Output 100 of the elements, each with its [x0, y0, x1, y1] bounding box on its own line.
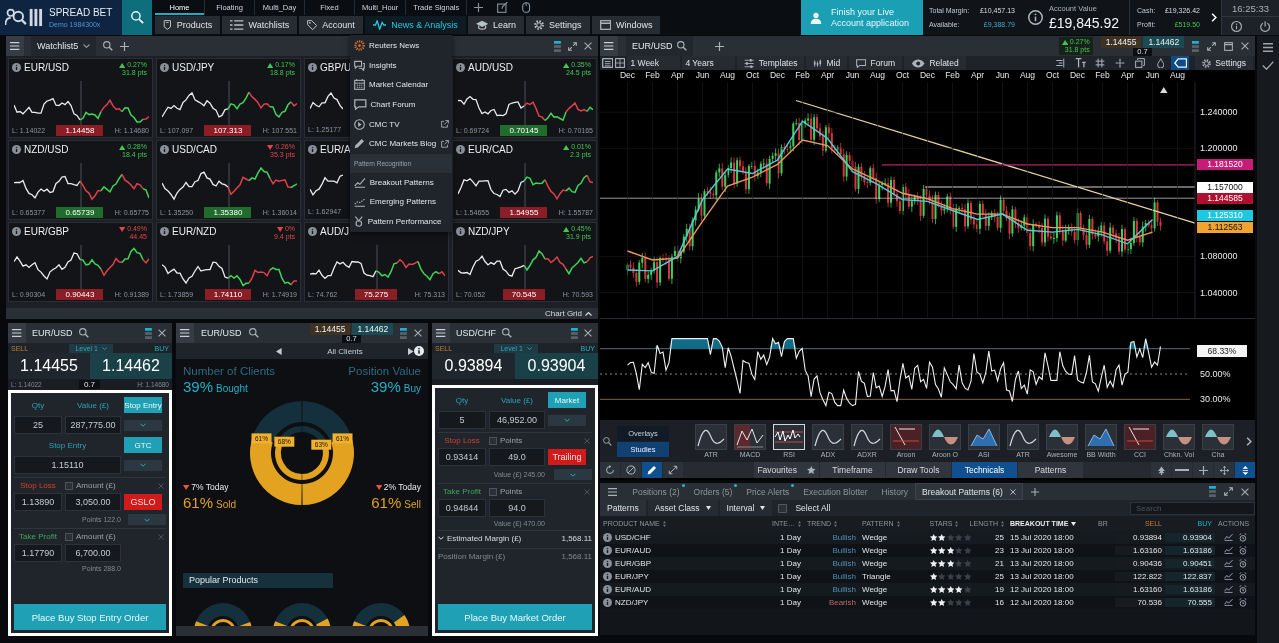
input-field[interactable]: 25 — [14, 416, 62, 434]
input-field[interactable]: 5 — [438, 411, 486, 429]
tool-tab[interactable]: Technicals — [952, 462, 1017, 478]
alarm-clock-icon[interactable] — [1238, 572, 1247, 581]
close-icon[interactable] — [1241, 42, 1249, 50]
line-chart-icon[interactable] — [1223, 559, 1233, 567]
input-field[interactable]: 1.15110 — [14, 456, 121, 474]
sell-price-button[interactable]: 1.14455 — [309, 323, 351, 335]
line-chart-icon[interactable] — [1223, 598, 1233, 606]
expand-icon[interactable] — [568, 41, 577, 51]
templates-button[interactable]: Templates — [737, 56, 805, 70]
input-field[interactable]: 0.93414 — [438, 448, 486, 466]
info-icon[interactable] — [603, 572, 612, 581]
buy-price-button[interactable]: 1.14462 — [90, 353, 172, 379]
window-edit-icon[interactable] — [497, 2, 509, 13]
input-field[interactable]: 46,952.00 — [489, 411, 545, 429]
alarm-clock-icon[interactable] — [1238, 546, 1247, 555]
menu-item[interactable]: Insights — [350, 55, 452, 76]
input-field[interactable]: 1.13890 — [14, 493, 62, 511]
pencil-button[interactable] — [642, 462, 662, 478]
table-row[interactable]: EUR/GBP 1 Day Bullish Wedge 21 13 Jul 2020 18:00 0.90436 0.90451 — [600, 557, 1255, 570]
menu-button[interactable] — [8, 323, 26, 343]
table-row[interactable]: EUR/AUD 1 Day Bullish Wedge 23 13 Jul 2020 18:00 1.63160 1.63186 — [600, 544, 1255, 557]
line-chart-icon[interactable] — [1223, 572, 1233, 580]
search-icon[interactable] — [248, 328, 259, 338]
sell-price-button[interactable]: 0.93894 — [432, 353, 515, 379]
search-icon[interactable] — [103, 41, 114, 51]
line-chart-icon[interactable] — [1223, 533, 1233, 541]
search-icon[interactable] — [78, 328, 89, 338]
alarm-clock-icon[interactable] — [1238, 559, 1247, 568]
menu-item[interactable]: Market Calendar — [350, 75, 452, 95]
fit-button[interactable] — [1235, 462, 1255, 478]
power-icon[interactable] — [1259, 20, 1271, 32]
stacked-bars-icon[interactable] — [571, 327, 578, 339]
stop-mode-button[interactable]: GSLO — [124, 494, 162, 510]
info-icon[interactable] — [603, 533, 612, 542]
close-icon[interactable] — [414, 329, 422, 337]
alarm-clock-icon[interactable] — [1238, 598, 1247, 607]
filter-dropdown[interactable]: Interval — [719, 500, 773, 516]
panel-tab[interactable]: History — [874, 483, 916, 500]
close-icon[interactable] — [158, 329, 166, 337]
line-chart-icon[interactable] — [1223, 546, 1233, 554]
tool-tab[interactable]: Draw Tools — [886, 462, 951, 478]
checkbox-icon[interactable] — [65, 481, 73, 490]
window-icon[interactable] — [1224, 41, 1233, 51]
grid-layout-icon[interactable] — [615, 58, 626, 68]
expand-icon[interactable] — [1207, 41, 1216, 51]
menu-button[interactable] — [600, 36, 618, 56]
previous-icon[interactable] — [276, 347, 282, 355]
input-field[interactable]: 0.94844 — [438, 499, 486, 517]
search-icon[interactable] — [502, 328, 512, 338]
stacked-bars-icon[interactable] — [1192, 40, 1199, 52]
move-button[interactable] — [1214, 462, 1234, 478]
input-field[interactable]: 49.0 — [489, 448, 545, 466]
info-icon[interactable] — [603, 585, 612, 594]
menu-tab[interactable]: Watchlists — [222, 16, 298, 34]
info-icon[interactable] — [12, 63, 21, 72]
line-chart-icon[interactable] — [1223, 585, 1233, 593]
stacked-bars-icon[interactable] — [145, 327, 152, 339]
menu-tab[interactable]: Account — [299, 16, 363, 34]
expand-icon[interactable] — [1224, 487, 1233, 496]
close-icon[interactable] — [1241, 487, 1249, 496]
info-icon[interactable] — [603, 546, 612, 555]
mouse-icon[interactable] — [522, 2, 531, 13]
input-field[interactable]: 6,700.00 — [65, 544, 121, 562]
tag-button[interactable] — [1171, 56, 1190, 70]
chevron-down-icon[interactable] — [438, 536, 444, 540]
select-all-checkbox[interactable]: Select All — [778, 503, 831, 513]
arrows-button[interactable] — [663, 462, 683, 478]
menu-tab[interactable]: Windows — [591, 16, 661, 34]
info-icon[interactable] — [603, 559, 612, 568]
check-icon[interactable] — [1262, 61, 1274, 70]
sell-price-button[interactable]: 1.14455 — [8, 353, 90, 379]
cancel-button[interactable] — [621, 462, 641, 478]
buy-price-button[interactable]: 0.93904 — [515, 353, 598, 379]
info-icon[interactable] — [1230, 20, 1242, 32]
checkbox-icon[interactable] — [489, 436, 497, 445]
buy-price-button[interactable]: 1.14462 — [352, 323, 394, 335]
close-icon[interactable] — [584, 329, 592, 337]
next-icon[interactable] — [1246, 436, 1252, 446]
chart-grid-button[interactable]: Chart Grid — [545, 309, 592, 318]
menu-icon[interactable] — [608, 487, 618, 496]
panel-tab[interactable]: Orders (5) — [686, 483, 740, 500]
buy-price-button[interactable]: 1.14462 — [1143, 36, 1185, 48]
search-button[interactable] — [122, 0, 152, 35]
close-icon[interactable] — [584, 42, 592, 50]
stacked-bars-icon[interactable] — [1209, 486, 1216, 497]
timeframe-dropdown[interactable]: 1 Week — [627, 56, 681, 70]
chevron-right-icon[interactable] — [1210, 13, 1217, 22]
info-icon[interactable] — [160, 227, 169, 236]
menu-item[interactable]: CMC TV — [350, 114, 452, 134]
info-icon[interactable] — [414, 346, 424, 356]
add-tab-icon[interactable] — [474, 3, 484, 12]
forum-button[interactable]: Forum — [849, 56, 902, 70]
info-icon[interactable] — [308, 63, 317, 72]
info-icon[interactable] — [308, 145, 317, 154]
info-icon[interactable] — [456, 145, 465, 154]
filter-button[interactable]: Patterns — [600, 500, 646, 516]
settings-button[interactable]: Settings — [1195, 56, 1253, 70]
alarm-clock-icon[interactable] — [1238, 533, 1247, 542]
